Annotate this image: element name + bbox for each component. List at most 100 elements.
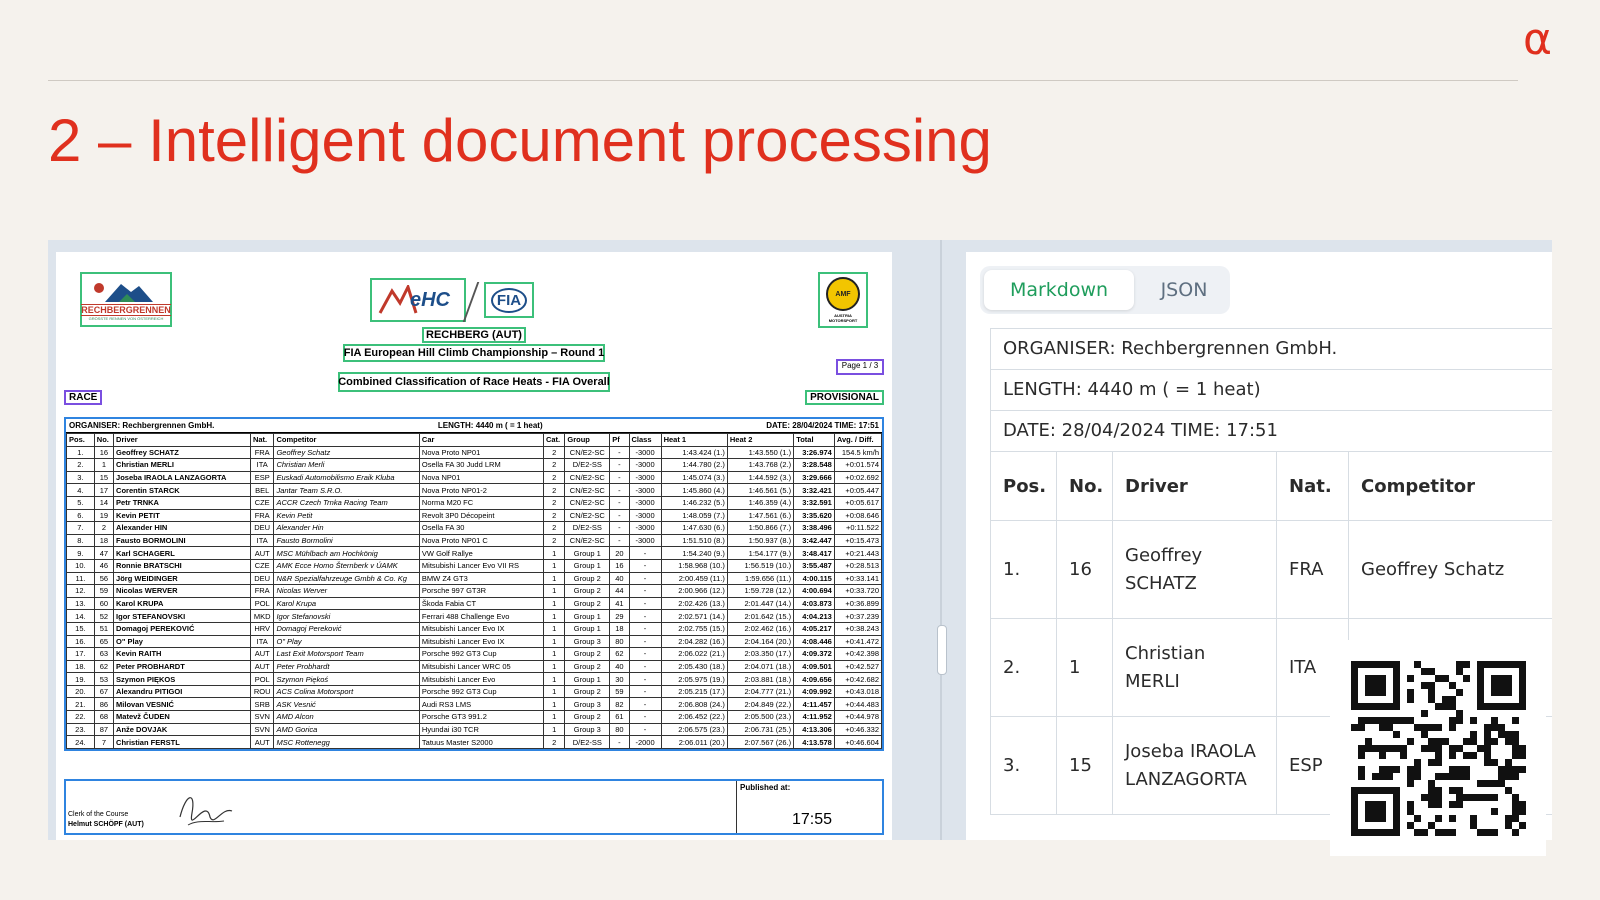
table-cell: Corentin STARCK bbox=[113, 483, 251, 497]
table-cell: +0:05.447 bbox=[833, 483, 883, 497]
md-table-cell: Christian MERLI bbox=[1112, 618, 1277, 717]
table-cell: +0:11.522 bbox=[833, 521, 883, 535]
austria-motorsport-logo: AMF AUSTRIA MOTORSPORT bbox=[818, 272, 868, 328]
table-cell: 1:45.860 (4.) bbox=[660, 483, 728, 497]
table-cell: 40 bbox=[609, 571, 630, 586]
split-drag-handle[interactable] bbox=[937, 625, 947, 675]
table-cell: 12. bbox=[66, 584, 95, 598]
table-cell: -3000 bbox=[628, 458, 662, 472]
table-cell: 60 bbox=[93, 596, 115, 611]
table-cell: 10. bbox=[66, 558, 95, 573]
table-cell: SVN bbox=[249, 710, 275, 724]
md-col-header: Competitor bbox=[1348, 451, 1552, 521]
provisional-tag: PROVISIONAL bbox=[805, 390, 884, 405]
results-col-header: Nat. bbox=[249, 433, 275, 447]
table-cell: AMK Ecce Homo Šternberk v ÚAMK bbox=[273, 558, 420, 573]
results-table-region: ORGANISER: Rechbergrennen GmbH. LENGTH: … bbox=[64, 417, 884, 751]
table-cell: AMD Alcon bbox=[273, 710, 420, 724]
table-cell: 4:04.213 bbox=[793, 609, 835, 623]
table-cell: 4:08.446 bbox=[793, 634, 835, 649]
table-cell: +0:33.720 bbox=[833, 584, 883, 598]
table-cell: Szymon Piękoś bbox=[273, 672, 420, 686]
md-table-row: 1. 16 Geoffrey SCHATZ FRA Geoffrey Schatz bbox=[990, 520, 1552, 619]
table-cell: 2:05.215 (17.) bbox=[660, 684, 728, 699]
table-row: 17. 63 Kevin RAITH AUT Last Exit Motorsport … bbox=[66, 647, 883, 661]
table-cell: Nova Proto NP01 bbox=[418, 445, 544, 460]
table-cell: 1:46.359 (4.) bbox=[726, 495, 795, 510]
table-cell: 3. bbox=[66, 470, 95, 485]
table-cell: Geoffrey Schatz bbox=[273, 445, 420, 460]
table-cell: VW Golf Rallye bbox=[418, 546, 544, 560]
table-row: 13. 60 Karol KRUPA POL Karol Krupa Škoda Fabi… bbox=[66, 596, 883, 611]
table-cell: 59 bbox=[93, 584, 115, 598]
table-row: 16. 65 O" Play ITA O" Play Mitsubishi Lancer … bbox=[66, 634, 883, 649]
table-cell: Group 2 bbox=[564, 659, 611, 674]
table-cell: 1 bbox=[542, 546, 566, 560]
table-cell: 29 bbox=[609, 609, 630, 623]
table-cell: CZE bbox=[249, 558, 275, 573]
table-cell: Mitsubishi Lancer Evo bbox=[418, 672, 544, 686]
split-divider[interactable] bbox=[940, 240, 942, 840]
table-cell: Kevin PETIT bbox=[113, 508, 251, 523]
table-cell: Karl SCHAGERL bbox=[113, 546, 251, 560]
table-cell: Mitsubishi Lancer WRC 05 bbox=[418, 659, 544, 674]
table-cell: 2 bbox=[542, 508, 566, 523]
table-row: 10. 46 Ronnie BRATSCHI CZE AMK Ecce Homo Šte… bbox=[66, 558, 883, 573]
table-cell: Group 3 bbox=[564, 634, 611, 649]
table-cell: -3000 bbox=[628, 483, 662, 497]
table-row: 4. 17 Corentin STARCK BEL Jantar Team S.R.O.… bbox=[66, 483, 883, 497]
md-col-header: Pos. bbox=[990, 451, 1057, 521]
table-cell: HRV bbox=[249, 621, 275, 636]
table-cell: +0:28.513 bbox=[833, 558, 883, 573]
table-cell: 4:05.217 bbox=[793, 621, 835, 636]
table-cell: 24. bbox=[66, 735, 95, 749]
table-cell: 1:50.866 (7.) bbox=[726, 521, 795, 535]
table-cell: Group 1 bbox=[564, 621, 611, 636]
table-cell: Revolt 3P0 Décopeint bbox=[418, 508, 544, 523]
table-cell: 2:03.881 (18.) bbox=[726, 672, 795, 686]
table-cell: 1:46.232 (5.) bbox=[660, 495, 728, 510]
table-cell: -3000 bbox=[628, 521, 662, 535]
table-cell: BMW Z4 GT3 bbox=[418, 571, 544, 586]
table-cell: 6. bbox=[66, 508, 95, 523]
table-row: 6. 19 Kevin PETIT FRA Kevin Petit Revolt 3P0 … bbox=[66, 508, 883, 523]
table-cell: 82 bbox=[609, 697, 630, 712]
table-cell: CN/E2-SC bbox=[564, 495, 611, 510]
table-cell: - bbox=[628, 659, 662, 674]
document-preview[interactable]: RECHBERGRENNEN GRÖSSTE RENNEN VON ÖSTERR… bbox=[56, 252, 892, 840]
table-cell: 2 bbox=[542, 533, 566, 548]
qr-code[interactable] bbox=[1330, 640, 1546, 856]
tab-markdown[interactable]: Markdown bbox=[984, 270, 1134, 310]
table-cell: 2:00.966 (12.) bbox=[660, 584, 728, 598]
date-time-text: DATE: 28/04/2024 TIME: 17:51 bbox=[766, 421, 879, 430]
table-cell: 65 bbox=[93, 634, 115, 649]
table-cell: 11. bbox=[66, 571, 95, 586]
table-cell: +0:38.243 bbox=[833, 621, 883, 636]
table-cell: ACS Colina Motorsport bbox=[273, 684, 420, 699]
table-cell: 53 bbox=[93, 672, 115, 686]
table-cell: - bbox=[628, 584, 662, 598]
table-cell: ASK Vesnić bbox=[273, 697, 420, 712]
table-row: 15. 51 Domagoj PEREKOVIĆ HRV Domagoj Perekov… bbox=[66, 621, 883, 636]
table-cell: Christian FERSTL bbox=[113, 735, 251, 749]
table-cell: 2 bbox=[93, 521, 115, 535]
table-cell: O" Play bbox=[113, 634, 251, 649]
table-row: 22. 68 Matevž ČUDEN SVN AMD Alcon Porsche GT3… bbox=[66, 710, 883, 724]
table-cell: 3:32.591 bbox=[793, 495, 835, 510]
table-cell: 3:55.487 bbox=[793, 558, 835, 573]
tab-json[interactable]: JSON bbox=[1142, 270, 1226, 310]
table-cell: Ronnie BRATSCHI bbox=[113, 558, 251, 573]
table-cell: -3000 bbox=[628, 508, 662, 523]
table-cell: ITA bbox=[249, 458, 275, 472]
md-col-header: No. bbox=[1056, 451, 1113, 521]
table-cell: Kevin RAITH bbox=[113, 647, 251, 661]
table-row: 1. 16 Geoffrey SCHATZ FRA Geoffrey Schatz Nov… bbox=[66, 445, 883, 460]
table-cell: 3:42.447 bbox=[793, 533, 835, 548]
table-cell: CN/E2-SC bbox=[564, 470, 611, 485]
md-organiser-line: ORGANISER: Rechbergrennen GmbH. bbox=[990, 328, 1552, 369]
table-cell: CZE bbox=[249, 495, 275, 510]
table-cell: Group 2 bbox=[564, 596, 611, 611]
table-cell: 18 bbox=[93, 533, 115, 548]
table-cell: Hyundai i30 TCR bbox=[418, 722, 544, 737]
table-cell: 1:50.937 (8.) bbox=[726, 533, 795, 548]
